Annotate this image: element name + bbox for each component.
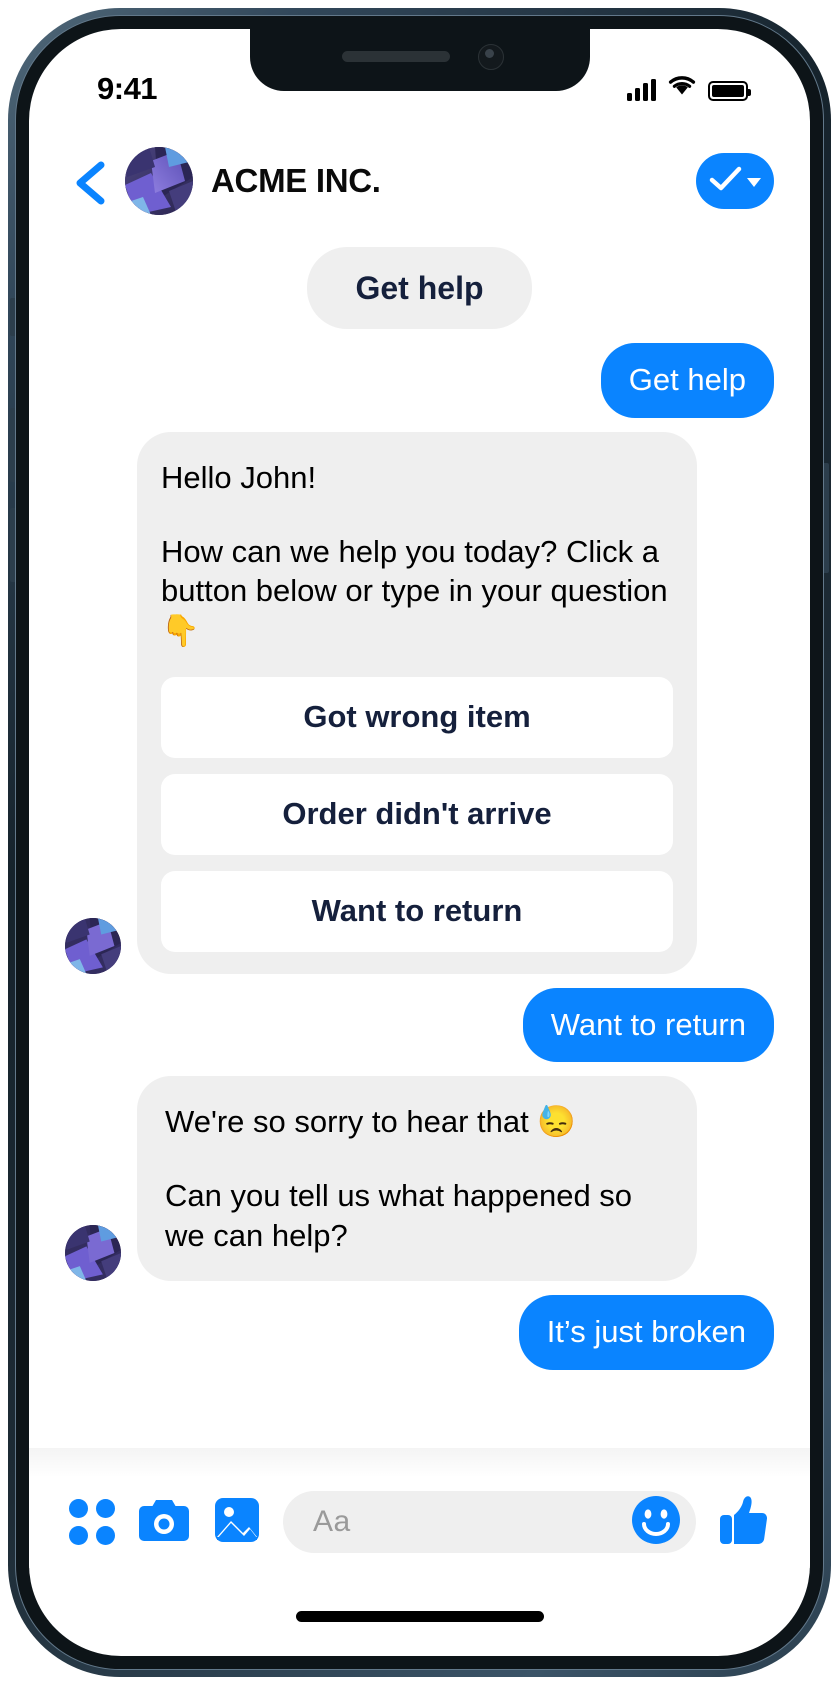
quick-reply-want-to-return[interactable]: Want to return	[161, 870, 673, 952]
message-row: Get help	[65, 247, 774, 330]
message-paragraph: Hello John!	[161, 460, 317, 496]
chat-header: ACME INC.	[29, 129, 810, 233]
verified-badge[interactable]	[696, 153, 774, 209]
camera-icon[interactable]	[137, 1496, 191, 1549]
message-thread: Get help Get help Hello John! How can we…	[29, 233, 810, 1478]
earpiece-speaker	[341, 51, 450, 62]
photo-image-icon[interactable]	[213, 1495, 261, 1550]
message-input-placeholder: Aa	[313, 1505, 351, 1538]
message-row: Get help	[65, 343, 774, 419]
front-camera-icon	[477, 44, 504, 70]
bot-avatar	[65, 917, 121, 974]
user-message-bubble: It’s just broken	[518, 1295, 774, 1371]
message-paragraph: We're so sorry to hear that 😓	[165, 1104, 576, 1140]
message-paragraph: Can you tell us what happened so we can …	[165, 1178, 633, 1253]
page-title: ACME INC.	[211, 162, 381, 199]
checkmark-icon	[709, 165, 743, 198]
brand-avatar[interactable]	[125, 147, 193, 215]
chevron-down-icon	[747, 178, 761, 187]
message-input-pill[interactable]: Aa	[283, 1491, 696, 1553]
bot-avatar	[65, 1225, 121, 1282]
composer-toolbar: Aa	[29, 1476, 810, 1568]
message-row: Want to return	[65, 987, 774, 1063]
bot-message-bubble: We're so sorry to hear that 😓 Can you te…	[137, 1076, 697, 1282]
cellular-signal-icon	[627, 79, 656, 101]
message-row: Hello John! How can we help you today? C…	[65, 432, 774, 974]
message-row: We're so sorry to hear that 😓 Can you te…	[65, 1076, 774, 1282]
quick-reply-list: Got wrong item Order didn't arrive Want …	[161, 676, 673, 952]
four-dots-grid-icon[interactable]	[69, 1499, 115, 1545]
smiley-face-icon[interactable]	[630, 1494, 682, 1551]
quick-reply-order-didnt-arrive[interactable]: Order didn't arrive	[161, 773, 673, 855]
quick-reply-got-wrong-item[interactable]: Got wrong item	[161, 676, 673, 758]
message-paragraph: How can we help you today? Click a butto…	[161, 533, 668, 649]
battery-icon	[708, 81, 751, 101]
status-time: 9:41	[97, 71, 158, 106]
user-message-bubble: Want to return	[522, 987, 774, 1063]
message-row: It’s just broken	[65, 1295, 774, 1371]
user-message-bubble: Get help	[600, 343, 774, 419]
wifi-icon	[667, 73, 697, 101]
system-pill-message: Get help	[307, 247, 532, 330]
thumbs-up-icon[interactable]	[718, 1493, 770, 1552]
phone-screen: 9:41 ACME INC. Get help Get help Hello J…	[29, 29, 810, 1656]
notch	[249, 29, 590, 91]
home-indicator	[295, 1611, 544, 1622]
status-icons	[627, 73, 751, 101]
back-chevron-icon[interactable]	[71, 159, 111, 205]
bot-message-bubble: Hello John! How can we help you today? C…	[137, 432, 697, 974]
